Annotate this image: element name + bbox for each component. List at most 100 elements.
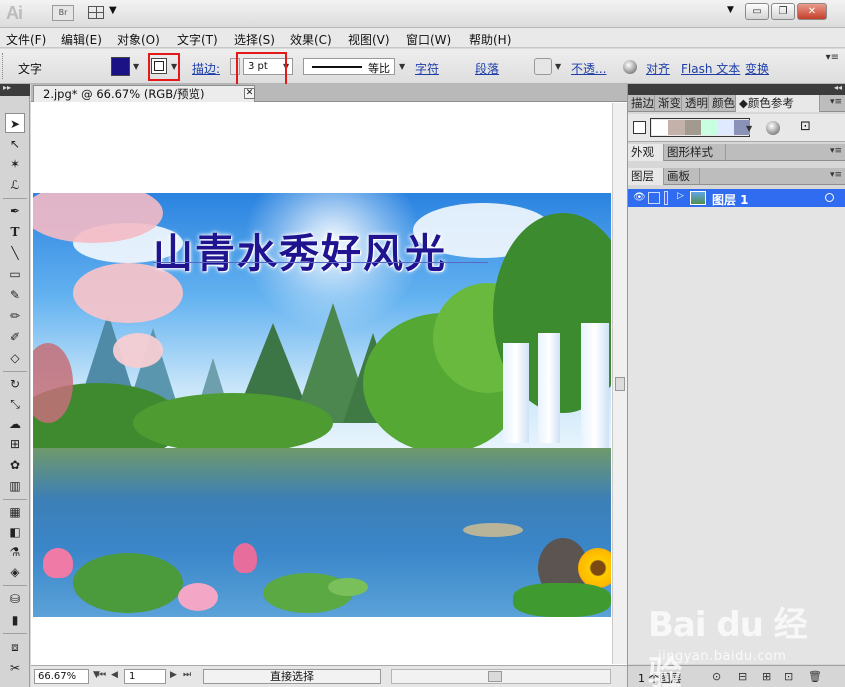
harmony-swatch[interactable] bbox=[701, 120, 718, 135]
first-artboard-icon[interactable]: ⏮ bbox=[98, 670, 106, 680]
tools-panel-header[interactable] bbox=[0, 83, 30, 96]
column-graph-tool-icon[interactable]: ▥ bbox=[5, 476, 25, 496]
blob-brush-tool-icon[interactable]: ✐ bbox=[5, 327, 25, 347]
magic-wand-tool-icon[interactable]: ✶ bbox=[5, 154, 25, 174]
menu-view[interactable]: 视图(V) bbox=[348, 31, 390, 48]
line-segment-tool-icon[interactable]: ╲ bbox=[5, 243, 25, 263]
scale-tool-icon[interactable]: ⤡ bbox=[5, 394, 25, 414]
bridge-button[interactable]: Br bbox=[52, 5, 74, 21]
lasso-tool-icon[interactable]: ℒ bbox=[5, 175, 25, 195]
menu-help[interactable]: 帮助(H) bbox=[469, 31, 511, 48]
gradient-tool-icon[interactable]: ◧ bbox=[5, 522, 25, 542]
close-tab-icon[interactable]: ✕ bbox=[244, 88, 255, 99]
rotate-tool-icon[interactable]: ↻ bbox=[5, 374, 25, 394]
tab-artboards[interactable]: 画板 bbox=[664, 168, 700, 185]
arrange-documents-button[interactable]: ▼ bbox=[88, 5, 122, 21]
panel-menu-icon[interactable]: ▾≡ bbox=[830, 170, 842, 180]
next-artboard-icon[interactable]: ▶ bbox=[170, 670, 177, 680]
tab-color-guide[interactable]: ◆颜色参考 bbox=[736, 95, 820, 112]
restore-button[interactable]: ❐ bbox=[771, 3, 795, 20]
scenic-landscape-image[interactable]: 山青水秀好风光 bbox=[33, 193, 611, 617]
base-color-swatch[interactable] bbox=[633, 121, 646, 134]
control-bar-menu-icon[interactable]: ▾≡ bbox=[826, 52, 839, 63]
style-picker-icon[interactable] bbox=[534, 58, 552, 75]
layer-row[interactable]: 👁 ▷ 图层 1 bbox=[628, 189, 845, 207]
menu-edit[interactable]: 编辑(E) bbox=[61, 31, 102, 48]
rectangle-tool-icon[interactable]: ▭ bbox=[5, 264, 25, 284]
variable-width-profile[interactable]: 等比 bbox=[303, 58, 395, 75]
save-color-group-icon[interactable]: ⊡ bbox=[800, 119, 811, 134]
harmony-swatch[interactable] bbox=[717, 120, 734, 135]
panel-menu-icon[interactable]: ▾≡ bbox=[830, 146, 842, 156]
selection-tool-icon[interactable]: ➤ bbox=[5, 113, 25, 133]
paragraph-link[interactable]: 段落 bbox=[475, 60, 499, 77]
panel-menu-icon[interactable]: ▾≡ bbox=[830, 97, 842, 107]
layer-name[interactable]: 图层 1 bbox=[712, 191, 749, 208]
panel-dock-header[interactable] bbox=[628, 83, 845, 95]
tab-transparency[interactable]: 透明 bbox=[682, 95, 709, 112]
symbol-sprayer-tool-icon[interactable]: ✿ bbox=[5, 455, 25, 475]
tab-color[interactable]: 颜色 bbox=[709, 95, 736, 112]
close-button[interactable]: ✕ bbox=[797, 3, 827, 20]
artwork-title-text[interactable]: 山青水秀好风光 bbox=[153, 221, 447, 279]
previous-artboard-icon[interactable]: ◀ bbox=[111, 670, 118, 680]
artboard-number-field[interactable]: 1 bbox=[124, 669, 166, 684]
tab-graphic-styles[interactable]: 图形样式 bbox=[664, 144, 726, 161]
fill-color-swatch[interactable] bbox=[111, 57, 130, 76]
profile-dropdown-icon[interactable]: ▼ bbox=[399, 62, 405, 71]
last-artboard-icon[interactable]: ⏭ bbox=[183, 670, 191, 680]
status-display[interactable]: 直接选择 bbox=[203, 669, 381, 684]
character-link[interactable]: 字符 bbox=[415, 60, 439, 77]
artboard-canvas[interactable]: 山青水秀好风光 bbox=[31, 103, 611, 664]
expand-triangle-icon[interactable]: ▷ bbox=[677, 191, 684, 201]
menu-file[interactable]: 文件(F) bbox=[6, 31, 46, 48]
tab-layers[interactable]: 图层 bbox=[628, 168, 664, 185]
type-tool-icon[interactable]: T bbox=[5, 222, 25, 242]
menu-window[interactable]: 窗口(W) bbox=[406, 31, 451, 48]
live-paint-bucket-tool-icon[interactable]: ⛁ bbox=[5, 589, 25, 609]
paintbrush-tool-icon[interactable]: ✎ bbox=[5, 285, 25, 305]
menu-type[interactable]: 文字(T) bbox=[177, 31, 218, 48]
edit-colors-icon[interactable] bbox=[766, 121, 780, 135]
opacity-link[interactable]: 不透... bbox=[571, 60, 606, 77]
eraser-tool-icon[interactable]: ◇ bbox=[5, 348, 25, 368]
tab-stroke[interactable]: 描边 bbox=[628, 95, 655, 112]
vertical-scrollbar[interactable] bbox=[612, 103, 627, 664]
blend-tool-icon[interactable]: ◈ bbox=[5, 562, 25, 582]
tab-appearance[interactable]: 外观 bbox=[628, 144, 664, 161]
menu-effect[interactable]: 效果(C) bbox=[290, 31, 332, 48]
lock-toggle[interactable] bbox=[648, 192, 660, 204]
harmony-swatch[interactable] bbox=[668, 120, 685, 135]
column-chart-tool-icon[interactable]: ▮ bbox=[5, 610, 25, 630]
direct-selection-tool-icon[interactable]: ↖ bbox=[5, 134, 25, 154]
vertical-scroll-thumb[interactable] bbox=[615, 377, 625, 391]
harmony-swatch[interactable] bbox=[684, 120, 701, 135]
style-dropdown-icon[interactable]: ▼ bbox=[555, 62, 561, 71]
fill-dropdown-icon[interactable]: ▼ bbox=[133, 62, 139, 71]
eyedropper-tool-icon[interactable]: ⚗ bbox=[5, 542, 25, 562]
mesh-tool-icon[interactable]: ▦ bbox=[5, 502, 25, 522]
zoom-level-field[interactable]: 66.67% bbox=[34, 669, 89, 684]
free-transform-tool-icon[interactable]: ⊞ bbox=[5, 434, 25, 454]
transform-link[interactable]: 变换 bbox=[745, 60, 769, 77]
workspace-dropdown-icon[interactable]: ▼ bbox=[727, 5, 734, 15]
artboard-tool-icon[interactable]: ⧈ bbox=[5, 637, 25, 657]
delete-layer-icon[interactable]: 🗑 bbox=[808, 670, 822, 683]
harmony-dropdown-icon[interactable]: ▼ bbox=[746, 124, 752, 133]
pen-tool-icon[interactable]: ✒ bbox=[5, 201, 25, 221]
document-tab[interactable]: 2.jpg* @ 66.67% (RGB/预览) ✕ bbox=[33, 85, 255, 102]
layer-target-icon[interactable] bbox=[825, 193, 834, 202]
pencil-tool-icon[interactable]: ✏ bbox=[5, 306, 25, 326]
tab-gradient[interactable]: 渐变 bbox=[655, 95, 682, 112]
menu-object[interactable]: 对象(O) bbox=[117, 31, 160, 48]
horizontal-scroll-thumb[interactable] bbox=[488, 671, 502, 682]
harmony-swatch[interactable] bbox=[652, 120, 669, 135]
flash-text-link[interactable]: Flash 文本 bbox=[681, 60, 740, 77]
minimize-button[interactable]: ▭ bbox=[745, 3, 769, 20]
menu-select[interactable]: 选择(S) bbox=[234, 31, 275, 48]
visibility-eye-icon[interactable]: 👁 bbox=[633, 192, 646, 203]
recolor-artwork-icon[interactable] bbox=[623, 60, 637, 74]
slice-tool-icon[interactable]: ✂ bbox=[5, 658, 25, 678]
horizontal-scrollbar[interactable] bbox=[391, 669, 611, 684]
align-link[interactable]: 对齐 bbox=[646, 60, 670, 77]
